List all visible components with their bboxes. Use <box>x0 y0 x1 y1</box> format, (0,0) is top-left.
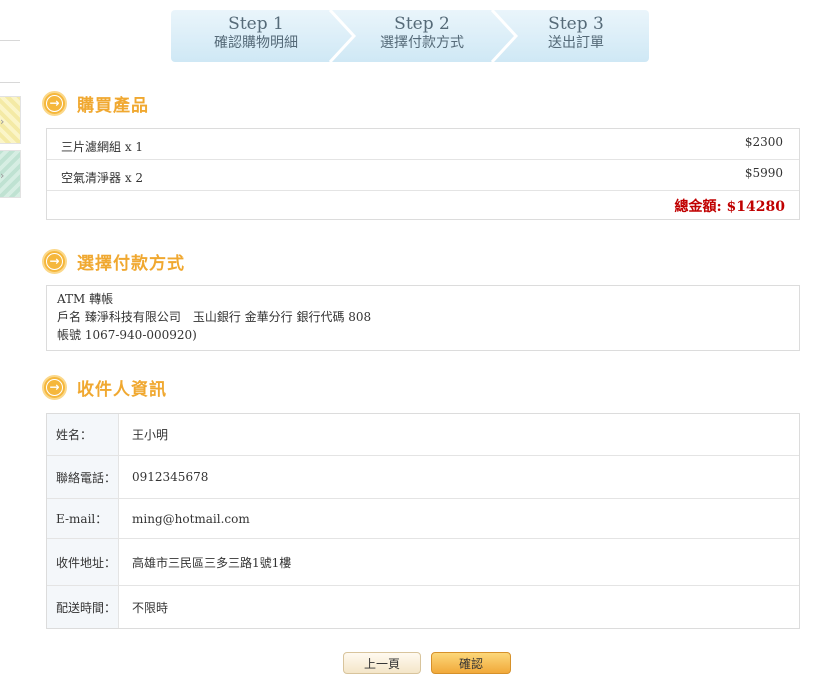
table-row: 姓名： 王小明 <box>47 414 799 456</box>
recipient-label-address: 收件地址： <box>47 539 119 585</box>
payment-method: ATM 轉帳 <box>57 292 114 306</box>
left-sidebar-edge: › › <box>0 0 22 260</box>
recipient-label-name: 姓名： <box>47 414 119 455</box>
previous-page-button[interactable]: 上一頁 <box>343 652 421 674</box>
section-title: 選擇付款方式 <box>77 253 185 274</box>
step-number: Step 3 <box>548 14 604 34</box>
total-row: 總金額: $14280 <box>47 191 799 219</box>
payment-account-number: 帳號 1067-940-000920) <box>57 328 197 342</box>
recipient-value-phone: 0912345678 <box>132 470 209 484</box>
sidebar-thumbnail[interactable]: › <box>0 96 21 144</box>
table-row: E-mail： ming@hotmail.com <box>47 499 799 539</box>
product-price: $2300 <box>744 135 783 149</box>
recipient-label-delivery-time: 配送時間： <box>47 586 119 628</box>
table-row: 收件地址： 高雄市三民區三多三路1號1樓 <box>47 539 799 586</box>
arrow-right-circle-icon: → <box>42 374 67 400</box>
section-header-recipient: → 收件人資訊 <box>42 374 167 400</box>
product-row: 三片濾網組 x 1 $2300 <box>47 129 799 160</box>
table-row: 配送時間： 不限時 <box>47 586 799 628</box>
product-name: 三片濾網組 x 1 <box>61 140 144 154</box>
order-total: 總金額: $14280 <box>674 199 786 215</box>
recipient-label-phone: 聯絡電話： <box>47 456 119 498</box>
product-price: $5990 <box>744 166 783 180</box>
payment-account-name: 戶名 臻淨科技有限公司 玉山銀行 金華分行 銀行代碼 808 <box>57 310 372 324</box>
chevron-right-icon: › <box>0 169 5 182</box>
recipient-value-delivery-time: 不限時 <box>132 600 169 615</box>
step-label: 送出訂單 <box>548 35 604 51</box>
section-header-products: → 購買產品 <box>42 90 149 116</box>
arrow-right-circle-icon: → <box>42 248 67 274</box>
section-title: 收件人資訊 <box>77 379 167 400</box>
products-box: 三片濾網組 x 1 $2300 空氣清淨器 x 2 $5990 總金額: $14… <box>46 128 800 220</box>
recipient-label-email: E-mail： <box>47 499 119 538</box>
recipient-value-email: ming@hotmail.com <box>132 511 250 526</box>
table-row: 聯絡電話： 0912345678 <box>47 456 799 499</box>
step-label: 選擇付款方式 <box>380 35 464 51</box>
arrow-right-circle-icon: → <box>42 90 67 116</box>
recipient-value-address: 高雄市三民區三多三路1號1樓 <box>132 555 292 570</box>
chevron-right-icon: › <box>0 115 5 128</box>
recipient-info-table: 姓名： 王小明 聯絡電話： 0912345678 E-mail： ming@ho… <box>46 413 800 629</box>
step-number: Step 2 <box>394 14 450 34</box>
payment-info-box: ATM 轉帳 戶名 臻淨科技有限公司 玉山銀行 金華分行 銀行代碼 808 帳號… <box>46 285 800 351</box>
product-row: 空氣清淨器 x 2 $5990 <box>47 160 799 191</box>
sidebar-thumbnail[interactable]: › <box>0 150 21 198</box>
step-number: Step 1 <box>228 14 284 34</box>
step-1: Step 1 確認購物明細 <box>171 10 341 62</box>
sidebar-divider <box>0 82 20 83</box>
product-name: 空氣清淨器 x 2 <box>61 171 144 185</box>
section-title: 購買產品 <box>77 95 149 116</box>
confirm-button[interactable]: 確認 <box>431 652 511 674</box>
checkout-step-bar: Step 1 確認購物明細 Step 2 選擇付款方式 Step 3 送出訂單 <box>171 10 649 62</box>
step-2: Step 2 選擇付款方式 <box>341 10 503 62</box>
section-header-payment: → 選擇付款方式 <box>42 248 185 274</box>
step-label: 確認購物明細 <box>214 35 298 51</box>
recipient-value-name: 王小明 <box>132 428 169 442</box>
step-3: Step 3 送出訂單 <box>503 10 649 62</box>
sidebar-divider <box>0 40 20 41</box>
